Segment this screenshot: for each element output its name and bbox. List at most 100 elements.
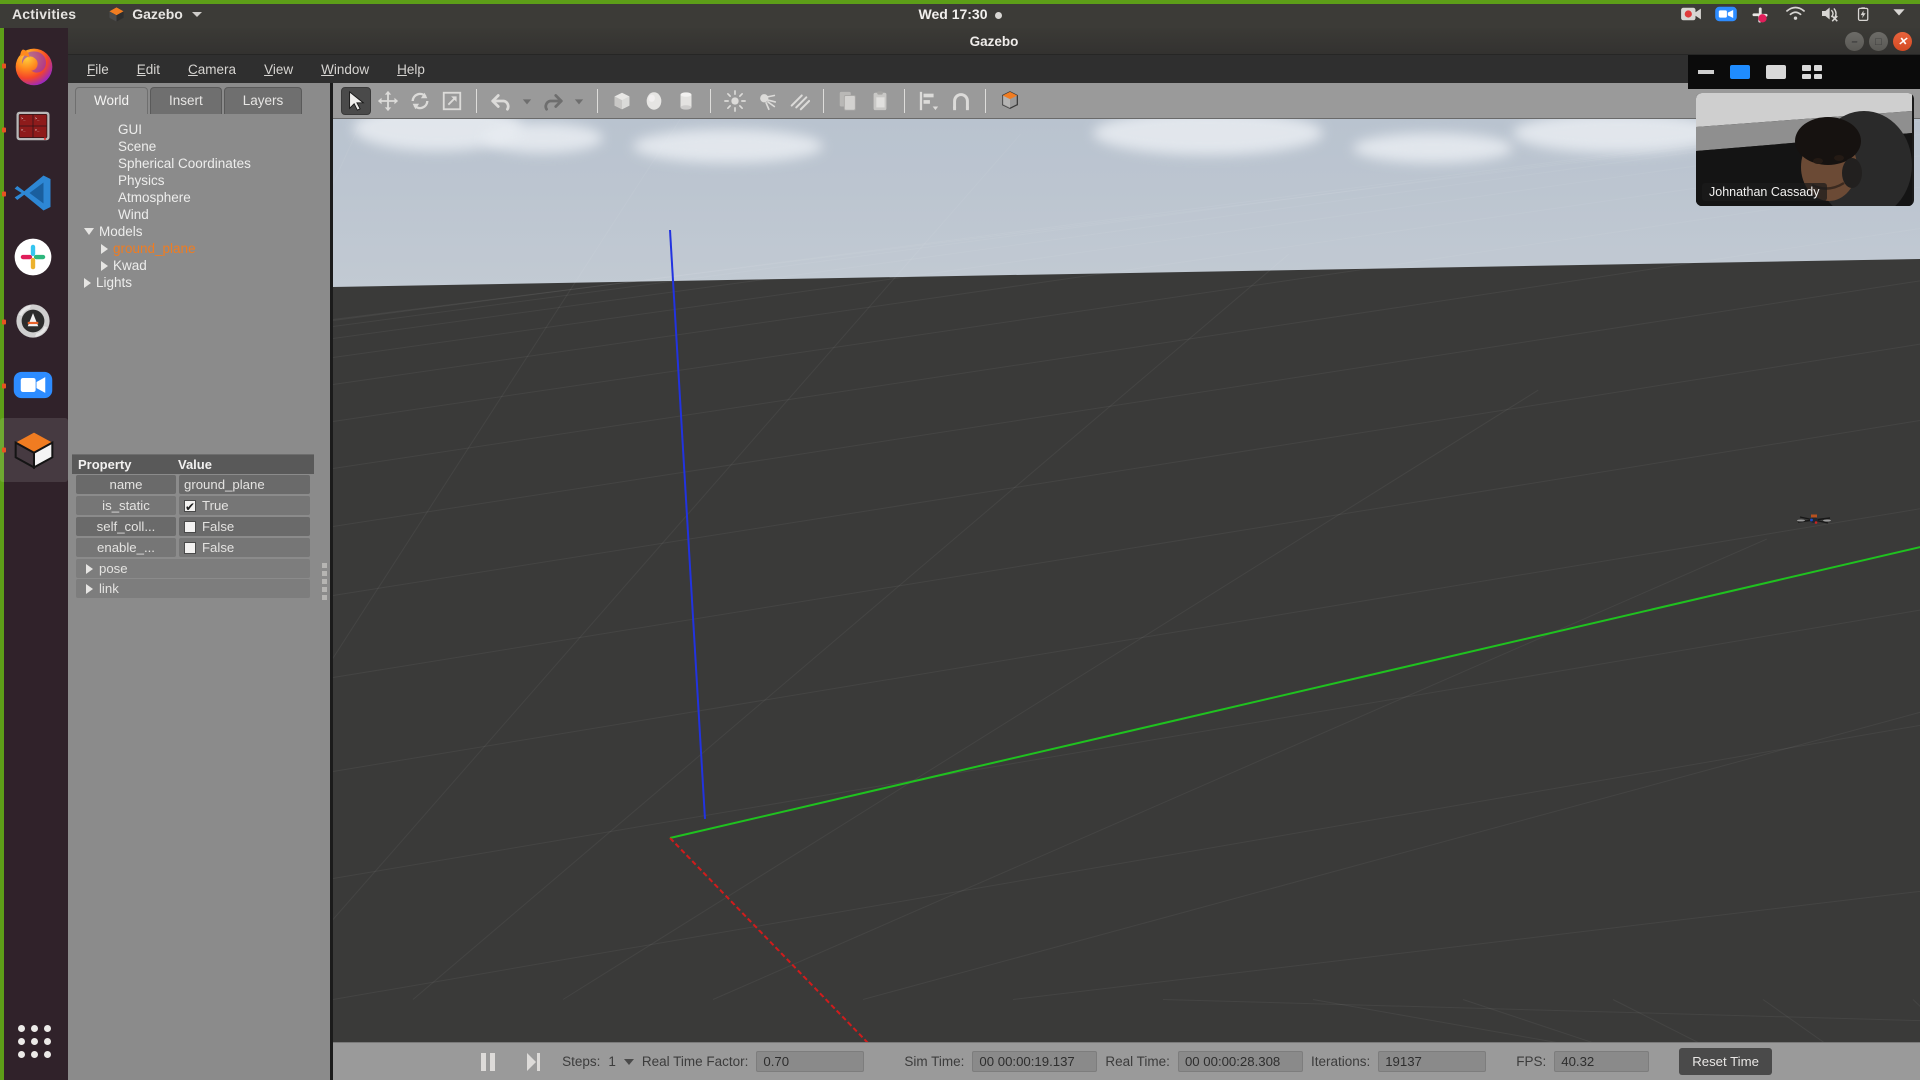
- insert-box-button[interactable]: [607, 87, 637, 115]
- tree-item-models[interactable]: Models: [72, 223, 314, 240]
- property-value[interactable]: ground_plane: [179, 475, 310, 494]
- property-row[interactable]: nameground_plane: [72, 474, 314, 495]
- chevron-right-icon[interactable]: [101, 261, 108, 271]
- property-group-link[interactable]: link: [76, 579, 310, 598]
- gallery-view-button[interactable]: [1802, 65, 1822, 79]
- checkbox-icon[interactable]: [184, 521, 196, 533]
- tree-item-kwad[interactable]: Kwad: [72, 257, 314, 274]
- dock-item-firefox[interactable]: [0, 34, 68, 98]
- wifi-icon[interactable]: [1785, 5, 1805, 23]
- minimize-button[interactable]: –: [1845, 32, 1864, 51]
- checkbox-icon[interactable]: [184, 500, 196, 512]
- running-indicator-icon: [2, 192, 6, 197]
- menu-camera[interactable]: Camera: [175, 58, 249, 81]
- menu-file[interactable]: File: [74, 58, 122, 81]
- active-speaker-view-button[interactable]: [1730, 65, 1750, 79]
- tree-item-gui[interactable]: GUI: [72, 121, 314, 138]
- insert-sphere-button[interactable]: [639, 87, 669, 115]
- menu-help[interactable]: Help: [384, 58, 438, 81]
- tree-item-atmosphere[interactable]: Atmosphere: [72, 189, 314, 206]
- menu-window[interactable]: Window: [308, 58, 382, 81]
- rotate-mode-button[interactable]: [405, 87, 435, 115]
- battery-charging-icon[interactable]: [1855, 5, 1875, 23]
- screen-record-icon[interactable]: [1680, 5, 1700, 23]
- participant-video-tile[interactable]: Johnathan Cassady: [1696, 93, 1914, 206]
- property-row[interactable]: enable_...False: [72, 537, 314, 558]
- tab-insert[interactable]: Insert: [150, 87, 222, 114]
- dock-item-gazebo[interactable]: [0, 418, 68, 482]
- chevron-right-icon[interactable]: [86, 564, 93, 574]
- system-menu-chevron-icon[interactable]: [1890, 5, 1910, 23]
- fullscreen-view-button[interactable]: [1766, 65, 1786, 79]
- paste-button[interactable]: [865, 87, 895, 115]
- insert-directional-light-button[interactable]: [784, 87, 814, 115]
- panel-tabs: World Insert Layers: [72, 87, 314, 114]
- dock-item-zoom[interactable]: [0, 354, 68, 418]
- snap-button[interactable]: [946, 87, 976, 115]
- insert-point-light-button[interactable]: [720, 87, 750, 115]
- tree-item-wind[interactable]: Wind: [72, 206, 314, 223]
- chevron-right-icon[interactable]: [84, 278, 91, 288]
- column-header-property: Property: [72, 457, 172, 472]
- clock-menu[interactable]: Wed 17:30: [0, 6, 1920, 22]
- tree-item-physics[interactable]: Physics: [72, 172, 314, 189]
- kwad-quadcopter-model[interactable]: [1796, 512, 1832, 528]
- redo-history-dropdown[interactable]: [570, 87, 588, 115]
- insert-cylinder-button[interactable]: [671, 87, 701, 115]
- volume-muted-icon[interactable]: [1820, 5, 1840, 23]
- maximize-button[interactable]: □: [1869, 32, 1888, 51]
- tab-layers[interactable]: Layers: [224, 87, 303, 114]
- dock-item-ardupilot[interactable]: [0, 290, 68, 354]
- menu-edit[interactable]: Edit: [124, 58, 173, 81]
- menu-view[interactable]: View: [251, 58, 306, 81]
- tree-item-ground-plane[interactable]: ground_plane: [72, 240, 314, 257]
- translate-mode-button[interactable]: [373, 87, 403, 115]
- steps-dropdown-icon[interactable]: [624, 1059, 634, 1065]
- view-angle-button[interactable]: [995, 87, 1025, 115]
- close-button[interactable]: ✕: [1893, 32, 1912, 51]
- step-forward-button[interactable]: [527, 1053, 540, 1071]
- slack-icon[interactable]: [1750, 5, 1770, 23]
- select-mode-button[interactable]: [341, 87, 371, 115]
- undo-history-dropdown[interactable]: [518, 87, 536, 115]
- panel-splitter[interactable]: [318, 83, 330, 1080]
- steps-label: Steps:: [562, 1054, 600, 1069]
- scale-mode-button[interactable]: [437, 87, 467, 115]
- app-menu-gazebo[interactable]: Gazebo: [108, 6, 202, 23]
- dock-item-terminator[interactable]: >_ >_ >_ >_: [0, 98, 68, 162]
- insert-spot-light-button[interactable]: [752, 87, 782, 115]
- dock-item-vscode[interactable]: [0, 162, 68, 226]
- redo-button[interactable]: [538, 87, 568, 115]
- property-group-pose[interactable]: pose: [76, 559, 310, 578]
- pause-button[interactable]: [481, 1053, 495, 1071]
- undo-button[interactable]: [486, 87, 516, 115]
- tree-item-lights[interactable]: Lights: [72, 274, 314, 291]
- property-value[interactable]: False: [179, 538, 310, 557]
- zoom-app-icon[interactable]: [1715, 5, 1735, 23]
- activities-button[interactable]: Activities: [12, 6, 76, 22]
- tree-item-spherical-coordinates[interactable]: Spherical Coordinates: [72, 155, 314, 172]
- property-row[interactable]: self_coll...False: [72, 516, 314, 537]
- minimize-strip-icon[interactable]: [1698, 70, 1714, 74]
- iterations-label: Iterations:: [1311, 1054, 1370, 1069]
- show-applications-button[interactable]: [0, 1012, 68, 1070]
- checkbox-icon[interactable]: [184, 542, 196, 554]
- chevron-right-icon[interactable]: [86, 584, 93, 594]
- steps-value[interactable]: 1: [608, 1054, 616, 1069]
- property-value[interactable]: True: [179, 496, 310, 515]
- chevron-down-icon[interactable]: [84, 228, 94, 235]
- zoom-video-overlay[interactable]: Johnathan Cassady: [1688, 55, 1920, 210]
- property-value[interactable]: False: [179, 517, 310, 536]
- align-button[interactable]: [914, 87, 944, 115]
- tree-item-scene[interactable]: Scene: [72, 138, 314, 155]
- reset-time-button[interactable]: Reset Time: [1679, 1048, 1772, 1075]
- chevron-right-icon[interactable]: [101, 244, 108, 254]
- property-row[interactable]: is_staticTrue: [72, 495, 314, 516]
- 3d-viewport[interactable]: [333, 119, 1920, 1042]
- copy-button[interactable]: [833, 87, 863, 115]
- tree-item-label: Atmosphere: [118, 190, 191, 205]
- tab-world[interactable]: World: [75, 87, 148, 114]
- property-value-text: False: [202, 517, 234, 536]
- mnemonic: C: [188, 62, 198, 77]
- dock-item-slack[interactable]: [0, 226, 68, 290]
